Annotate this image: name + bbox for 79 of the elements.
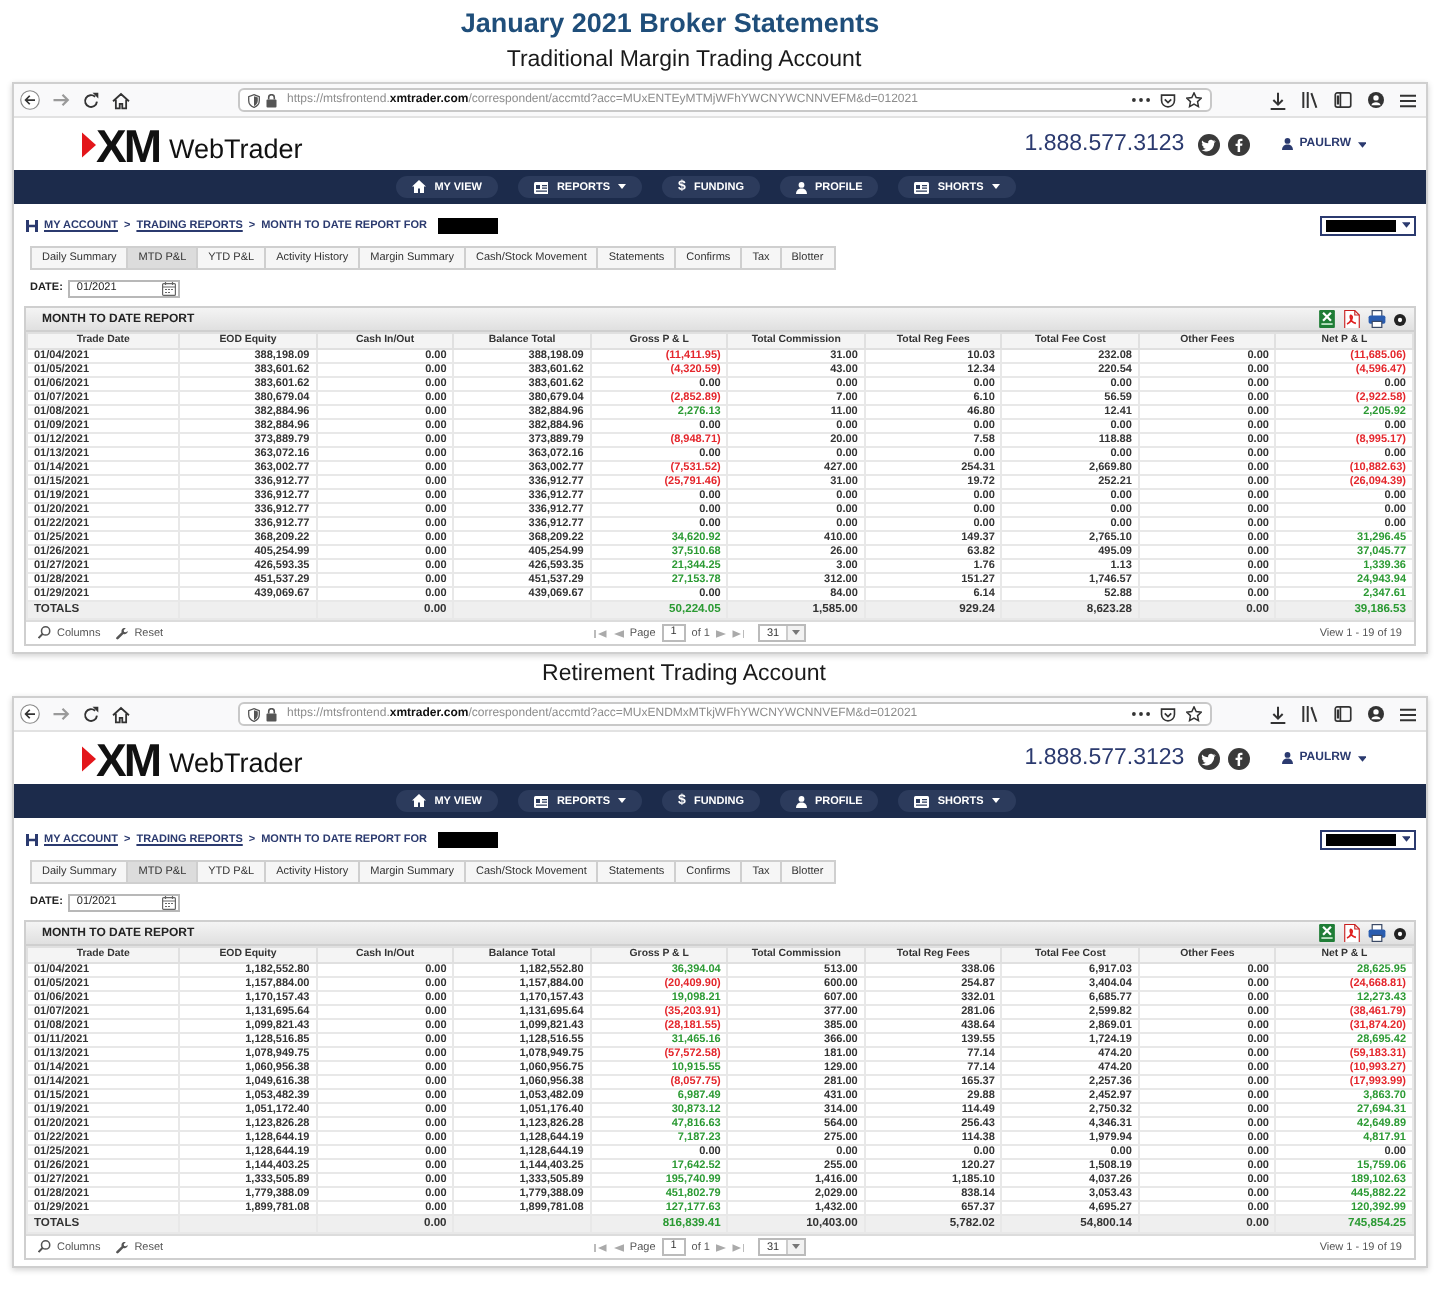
download-icon[interactable] <box>1270 91 1286 109</box>
download-icon[interactable] <box>1270 705 1286 723</box>
forward-icon[interactable] <box>52 706 70 722</box>
redaction-bar <box>1326 833 1395 845</box>
account-icon[interactable] <box>1368 92 1384 108</box>
user-icon <box>1282 138 1294 150</box>
pdf-icon[interactable] <box>1344 923 1360 943</box>
caret-icon <box>1357 141 1366 147</box>
spreadsheet-icon[interactable] <box>1318 924 1336 942</box>
ring-icon[interactable] <box>1394 927 1406 939</box>
bird-icon[interactable] <box>1198 133 1221 155</box>
printer-icon[interactable] <box>1368 310 1386 328</box>
spreadsheet-icon[interactable] <box>1318 310 1336 328</box>
h-shape-icon <box>26 219 38 231</box>
phone-number: 1.888.577.3123 <box>1024 746 1185 770</box>
lock-icon <box>266 93 277 107</box>
caret-icon <box>791 630 800 636</box>
home-icon[interactable] <box>112 705 130 723</box>
phone-number: 1.888.577.3123 <box>1024 132 1185 156</box>
caret-icon <box>1401 836 1410 842</box>
home-icon <box>412 794 427 808</box>
calendar-icon[interactable] <box>162 895 177 909</box>
reload-icon[interactable] <box>82 705 100 723</box>
shield-icon <box>248 707 260 721</box>
back-icon[interactable] <box>20 90 40 110</box>
library-icon[interactable] <box>1302 706 1318 722</box>
pocket-icon[interactable] <box>1160 93 1176 107</box>
wrench-icon <box>116 1241 129 1253</box>
pdf-icon[interactable] <box>1344 309 1360 329</box>
user-icon <box>1282 752 1294 764</box>
logo-triangle-icon <box>82 131 96 157</box>
account-icon[interactable] <box>1368 706 1384 722</box>
search-icon <box>38 1240 51 1254</box>
wrench-icon <box>116 627 129 639</box>
account-title: Traditional Margin Trading Account <box>506 46 862 76</box>
logo-triangle-icon <box>82 745 96 771</box>
card-icon <box>533 181 549 193</box>
user-icon <box>796 181 808 193</box>
redaction-bar <box>437 831 497 847</box>
caret-icon <box>1401 222 1410 228</box>
menu-icon[interactable] <box>1400 93 1416 107</box>
logo-text: WebTrader <box>169 134 303 166</box>
forward-icon[interactable] <box>52 92 70 108</box>
library-icon[interactable] <box>1302 92 1318 108</box>
logo-mark: XM <box>96 740 159 780</box>
logo-text: WebTrader <box>169 748 303 780</box>
back-icon[interactable] <box>20 704 40 724</box>
logo-mark: XM <box>96 126 159 166</box>
calendar-icon[interactable] <box>162 281 177 295</box>
printer-icon[interactable] <box>1368 924 1386 942</box>
sidebar-icon[interactable] <box>1334 92 1352 108</box>
f-logo-icon[interactable] <box>1228 747 1251 769</box>
card-icon <box>914 181 930 193</box>
reload-icon[interactable] <box>82 91 100 109</box>
f-logo-icon[interactable] <box>1228 133 1251 155</box>
lock-icon <box>266 707 277 721</box>
caret-icon <box>791 1244 800 1250</box>
search-icon <box>38 626 51 640</box>
account-title: Retirement Trading Account <box>542 660 826 690</box>
ring-icon[interactable] <box>1394 313 1406 325</box>
redaction-bar <box>437 217 497 233</box>
home-icon <box>412 180 427 194</box>
star-icon[interactable] <box>1186 92 1202 108</box>
menu-icon[interactable] <box>1400 707 1416 721</box>
redaction-bar <box>1326 219 1395 231</box>
h-shape-icon <box>26 833 38 845</box>
card-icon <box>533 795 549 807</box>
user-icon <box>796 795 808 807</box>
bird-icon[interactable] <box>1198 747 1221 769</box>
star-icon[interactable] <box>1186 706 1202 722</box>
page-title: January 2021 Broker Statements <box>460 6 880 40</box>
caret-icon <box>1357 755 1366 761</box>
card-icon <box>914 795 930 807</box>
pocket-icon[interactable] <box>1160 707 1176 721</box>
account-select[interactable] <box>1320 829 1416 849</box>
account-select[interactable] <box>1320 215 1416 235</box>
home-icon[interactable] <box>112 91 130 109</box>
shield-icon <box>248 93 260 107</box>
sidebar-icon[interactable] <box>1334 706 1352 722</box>
